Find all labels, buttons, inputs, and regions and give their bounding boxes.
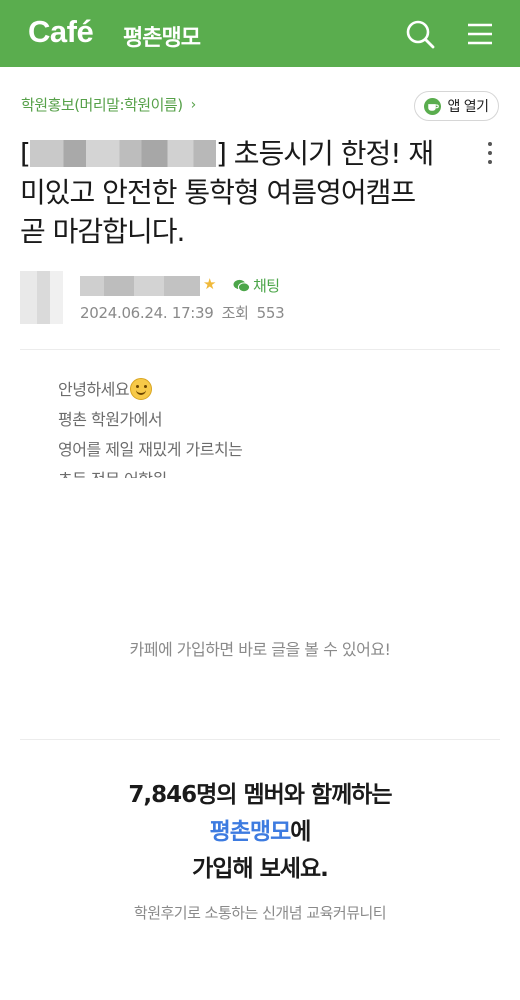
more-options-icon[interactable]	[482, 140, 498, 166]
cafe-name[interactable]: 평촌맹모	[123, 20, 201, 52]
board-category-label: 학원홍보(머리말:학원이름)	[21, 96, 183, 114]
star-icon: ★	[203, 275, 217, 293]
chevron-right-icon: ›	[190, 96, 197, 113]
divider	[20, 739, 500, 740]
promo-subtitle: 학원후기로 소통하는 신개념 교육커뮤니티	[133, 904, 387, 922]
views-count: 553	[256, 304, 285, 322]
preview-line: 영어를 제일 재밌게 가르치는	[58, 440, 243, 459]
promo-cafe-name: 평촌맹모	[209, 819, 292, 845]
preview-line: 안녕하세요	[58, 375, 478, 405]
coffee-cup-icon	[424, 97, 442, 115]
search-icon[interactable]	[405, 19, 435, 49]
chat-button[interactable]: 채팅	[233, 275, 280, 296]
preview-line: 평촌 학원가에서	[58, 410, 163, 429]
post-title: [] 초등시기 한정! 재 미있고 안전한 통학형 여름영어캠프 곧 마감합니다…	[20, 137, 434, 248]
chat-bubble-icon	[233, 279, 250, 292]
smile-emoji-icon	[130, 378, 153, 400]
top-app-bar: Café 평촌맹모	[0, 0, 520, 67]
join-required-message: 카페에 가입하면 바로 글을 볼 수 있어요!	[129, 640, 391, 659]
blurred-academy-name	[29, 140, 216, 167]
divider	[20, 349, 500, 350]
author-avatar[interactable]	[20, 271, 63, 324]
post-meta: 2024.06.24. 17:39 조회 553	[80, 302, 292, 323]
promo-line2: 평촌맹모에	[209, 819, 312, 845]
promo-line1: 7,846명의 멤버와 함께하는	[128, 782, 392, 808]
author-name-blurred[interactable]	[80, 276, 200, 296]
menu-icon[interactable]	[466, 20, 494, 48]
promo-line3: 가입해 보세요.	[192, 856, 329, 882]
cafe-logo[interactable]: Café	[28, 14, 94, 50]
views-label: 조회	[221, 304, 249, 322]
open-app-label: 앱 열기	[447, 99, 489, 115]
chat-label: 채팅	[253, 277, 280, 295]
board-category-link[interactable]: 학원홍보(머리말:학원이름) ›	[21, 94, 196, 115]
join-promo: 7,846명의 멤버와 함께하는 평촌맹모에 가입해 보세요.	[0, 777, 520, 888]
open-app-button[interactable]: 앱 열기	[414, 91, 499, 121]
post-date: 2024.06.24. 17:39	[80, 304, 214, 322]
post-preview: 안녕하세요 평촌 학원가에서 영어를 제일 재밌게 가르치는 초등 전문 어학원	[58, 375, 478, 478]
preview-line: 초등 전문 어학원	[58, 465, 478, 478]
